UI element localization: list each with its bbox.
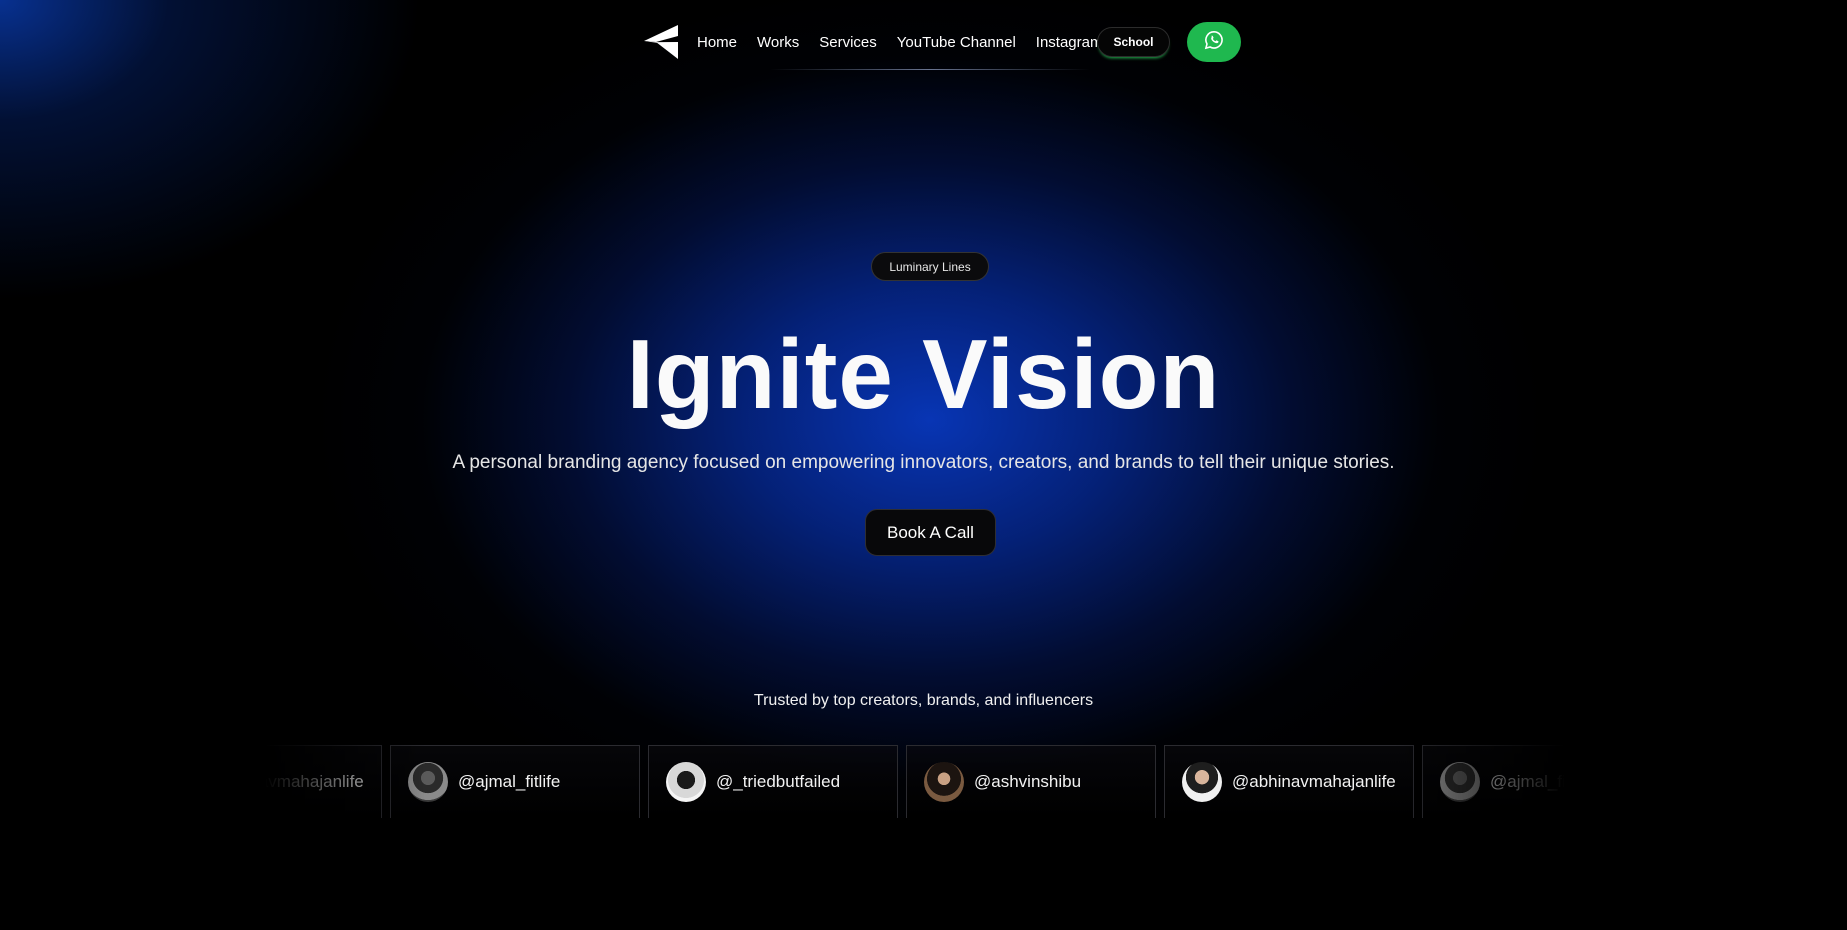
paper-plane-logo-icon[interactable] xyxy=(644,25,679,59)
creator-handle: @ashvinshibu xyxy=(974,772,1082,791)
creator-handle: @abhinavmahajanlife xyxy=(1232,772,1396,791)
hero-subtitle: A personal branding agency focused on em… xyxy=(452,452,1395,473)
nav-youtube-channel[interactable]: YouTube Channel xyxy=(897,34,1016,51)
creator-card[interactable]: @ajmal_fitlife xyxy=(1422,745,1565,818)
trusted-heading: Trusted by top creators, brands, and inf… xyxy=(753,692,1094,709)
nav-instagram[interactable]: Instagram xyxy=(1036,34,1103,51)
creator-card[interactable]: @_triedbutfailed xyxy=(648,745,898,818)
creator-marquee: @abhinavmahajanlife @ajmal_fitlife @_tri… xyxy=(265,745,1565,818)
creator-avatar xyxy=(666,762,706,802)
creator-card[interactable]: @abhinavmahajanlife xyxy=(265,745,382,818)
creator-handle: @ajmal_fitlife xyxy=(458,772,561,791)
book-a-call-button[interactable]: Book A Call xyxy=(865,509,996,556)
creator-handle: @ajmal_fitlife xyxy=(1490,772,1565,791)
nav-home[interactable]: Home xyxy=(697,34,737,51)
creator-avatar xyxy=(924,762,964,802)
whatsapp-icon xyxy=(1204,30,1224,55)
top-nav: Home Works Services YouTube Channel Inst… xyxy=(0,22,1847,62)
page-bottom-fade xyxy=(0,818,1847,930)
creator-card[interactable]: @ashvinshibu xyxy=(906,745,1156,818)
nav-underline-divider xyxy=(770,69,1090,70)
creator-handle: @abhinavmahajanlife xyxy=(265,772,364,791)
nav-links: Home Works Services YouTube Channel Inst… xyxy=(697,22,1122,62)
hero-title: Ignite Vision xyxy=(626,319,1221,429)
creator-avatar xyxy=(408,762,448,802)
creator-handle: @_triedbutfailed xyxy=(716,772,841,791)
nav-works[interactable]: Works xyxy=(757,34,799,51)
creator-avatar xyxy=(1440,762,1480,802)
whatsapp-button[interactable] xyxy=(1187,22,1241,62)
creator-card[interactable]: @ajmal_fitlife xyxy=(390,745,640,818)
school-button[interactable]: School xyxy=(1097,27,1170,57)
creator-card[interactable]: @abhinavmahajanlife xyxy=(1164,745,1414,818)
creator-marquee-track: @abhinavmahajanlife @ajmal_fitlife @_tri… xyxy=(265,745,1565,818)
nav-services[interactable]: Services xyxy=(819,34,877,51)
hero-badge: Luminary Lines xyxy=(871,252,989,281)
creator-avatar xyxy=(1182,762,1222,802)
